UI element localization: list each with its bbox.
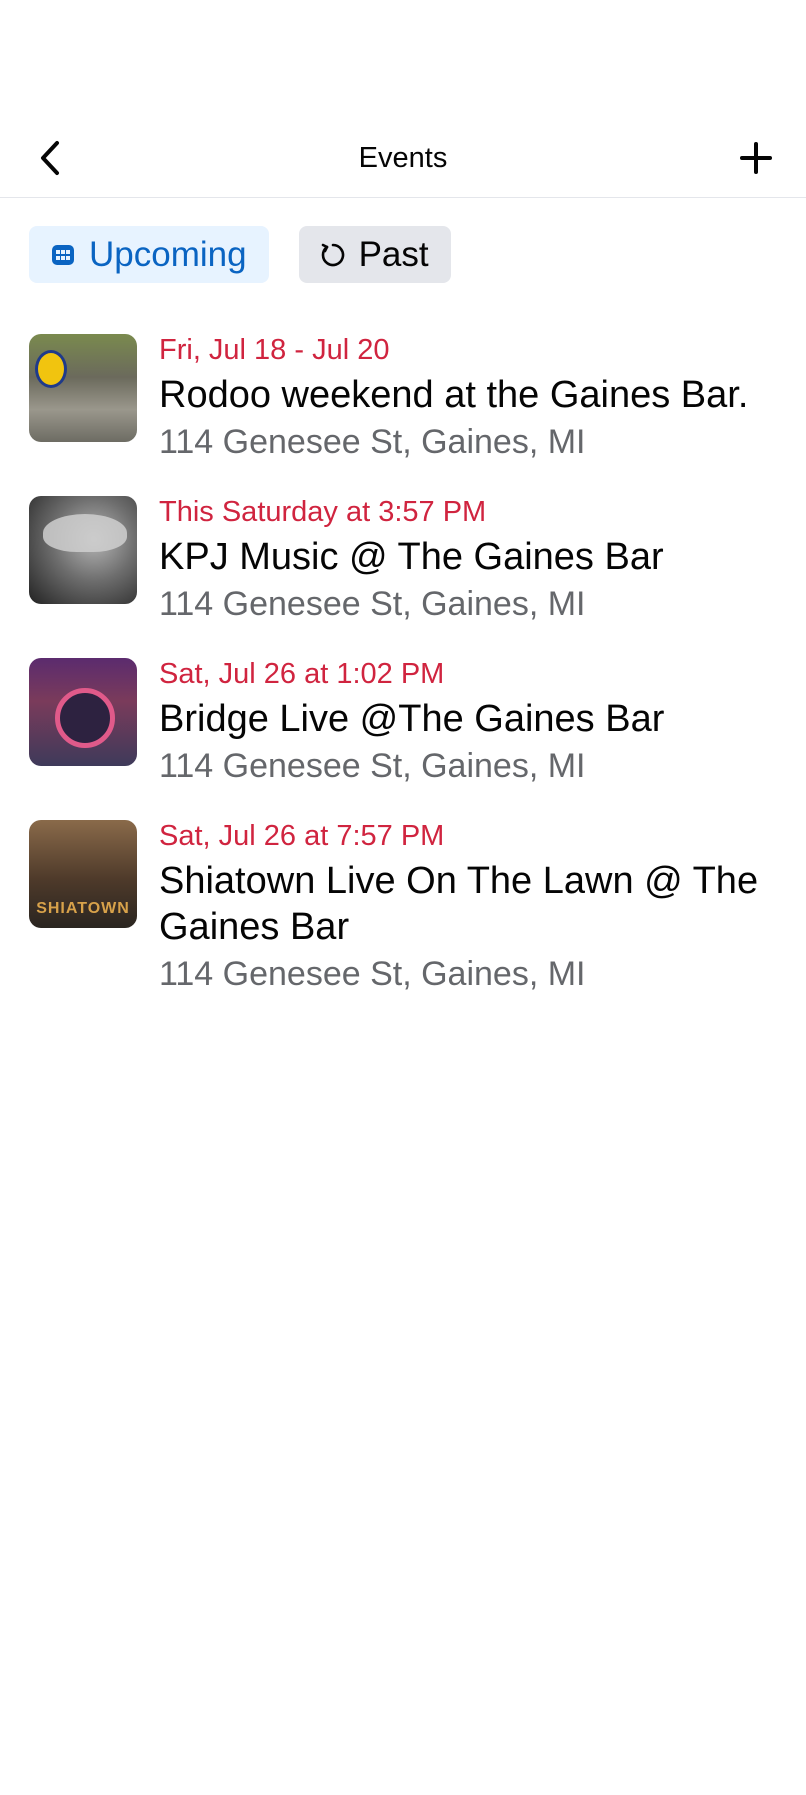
tab-upcoming[interactable]: Upcoming: [29, 226, 269, 283]
event-date: Sat, Jul 26 at 1:02 PM: [159, 658, 445, 690]
tab-past[interactable]: Past: [298, 226, 451, 283]
badge-icon: [35, 350, 67, 388]
plus-icon: [740, 142, 772, 174]
event-item[interactable]: This Saturday at 3:57 PM KPJ Music @ The…: [0, 494, 806, 626]
event-list: Fri, Jul 18 - Jul 20 Rodoo weekend at th…: [0, 332, 806, 1026]
event-thumbnail: [29, 496, 137, 604]
event-address: 114 Genesee St, Gaines, MI: [159, 747, 586, 785]
events-page: Events Upcoming Past Fri, Jul 18 - Jul 2…: [0, 0, 806, 1795]
calendar-icon: [49, 241, 77, 269]
event-name: Bridge Live @The Gaines Bar: [159, 698, 665, 740]
event-info: Fri, Jul 18 - Jul 20 Rodoo weekend at th…: [159, 332, 777, 464]
add-event-button[interactable]: [732, 136, 780, 180]
event-item[interactable]: SHIATOWN Sat, Jul 26 at 7:57 PM Shiatown…: [0, 818, 806, 996]
event-item[interactable]: Sat, Jul 26 at 1:02 PM Bridge Live @The …: [0, 656, 806, 788]
tab-past-label: Past: [358, 234, 429, 274]
event-address: 114 Genesee St, Gaines, MI: [159, 585, 586, 623]
event-info: This Saturday at 3:57 PM KPJ Music @ The…: [159, 494, 777, 626]
hat-icon: [43, 514, 127, 552]
event-thumbnail: SHIATOWN: [29, 820, 137, 928]
event-date: This Saturday at 3:57 PM: [159, 496, 487, 528]
event-name: KPJ Music @ The Gaines Bar: [159, 536, 664, 578]
event-address: 114 Genesee St, Gaines, MI: [159, 423, 586, 461]
event-thumbnail: [29, 658, 137, 766]
tab-upcoming-label: Upcoming: [89, 234, 247, 274]
event-tabs: Upcoming Past: [29, 226, 451, 283]
event-thumbnail: [29, 334, 137, 442]
top-bar: Events: [0, 118, 806, 198]
poster-badge-icon: [55, 688, 115, 748]
page-title: Events: [358, 142, 448, 174]
event-info: Sat, Jul 26 at 1:02 PM Bridge Live @The …: [159, 656, 777, 788]
event-date: Sat, Jul 26 at 7:57 PM: [159, 820, 445, 852]
event-info: Sat, Jul 26 at 7:57 PM Shiatown Live On …: [159, 818, 777, 996]
event-date: Fri, Jul 18 - Jul 20: [159, 334, 390, 366]
event-name: Rodoo weekend at the Gaines Bar.: [159, 374, 749, 416]
event-name: Shiatown Live On The Lawn @ The Gaines B…: [159, 860, 759, 948]
history-icon: [319, 241, 347, 269]
thumbnail-logo-text: SHIATOWN: [36, 900, 130, 917]
event-item[interactable]: Fri, Jul 18 - Jul 20 Rodoo weekend at th…: [0, 332, 806, 464]
event-address: 114 Genesee St, Gaines, MI: [159, 955, 586, 993]
